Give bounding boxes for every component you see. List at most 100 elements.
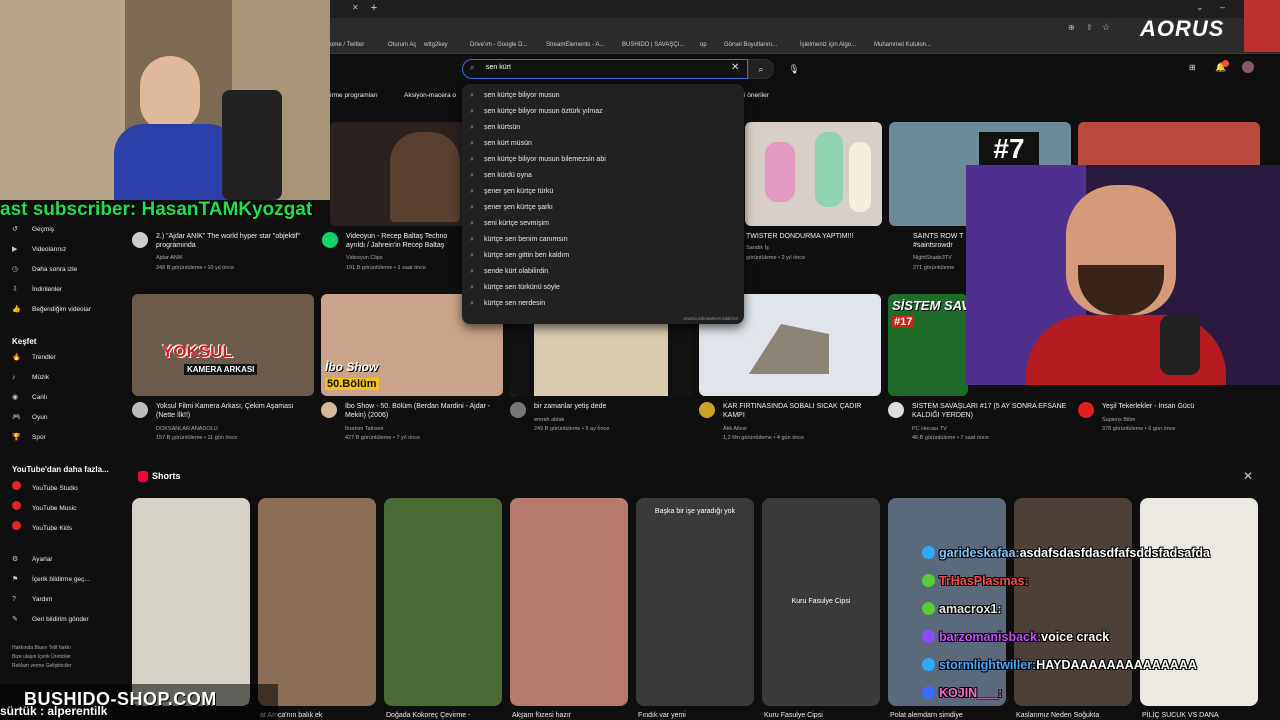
bookmark-item[interactable]: Oturum Aç	[388, 42, 416, 48]
search-suggestion[interactable]: ⌕ sende kürt olabilirdin	[470, 264, 736, 280]
video-title[interactable]: KAR FIRTINASINDA SOBALI SICAK ÇADIR KAMP…	[723, 402, 878, 420]
short-title[interactable]: Polat alemdarn simdiye	[890, 712, 963, 719]
sidebar-item[interactable]: ✎ Geri bildirim gönder	[12, 614, 89, 626]
short-title[interactable]: Akşam füzesi hazır	[512, 712, 571, 719]
sidebar-item[interactable]: ↺ Geçmiş	[12, 224, 54, 236]
short-title[interactable]: Doğada Kokoreç Çevirme -	[386, 712, 470, 719]
video-title[interactable]: SAINTS ROW T #saintsrowdr	[913, 232, 967, 250]
short-title[interactable]: PİLİÇ SUCUK VS DANA	[1142, 712, 1219, 719]
sidebar-item[interactable]: ◷ Daha sonra izle	[12, 264, 77, 276]
search-button[interactable]: ⌕	[748, 59, 774, 79]
channel-name[interactable]: DOKSANLAR ANADOLU	[156, 425, 218, 433]
sidebar-item[interactable]: YouTube Studio	[12, 481, 78, 493]
channel-name[interactable]: Videoyun Clips	[346, 254, 383, 262]
tab-close-icon[interactable]: ✕	[352, 3, 359, 12]
close-icon[interactable]: ✕	[1243, 469, 1253, 483]
chip-programs[interactable]: irme programları	[330, 92, 378, 99]
channel-avatar[interactable]	[132, 402, 148, 418]
bookmark-item[interactable]: StreamElements - A...	[546, 42, 604, 48]
channel-avatar[interactable]	[699, 402, 715, 418]
channel-name[interactable]: emrah ablak	[534, 416, 564, 424]
video-title[interactable]: bir zamanlar yetiş dede	[534, 402, 689, 411]
short-title[interactable]: Kaslarımız Neden Soğukta	[1016, 712, 1099, 719]
share-icon[interactable]: ⇪	[1086, 23, 1093, 32]
sidebar-item[interactable]: ⇩ İndirilenler	[12, 284, 62, 296]
short-thumbnail[interactable]	[384, 498, 502, 706]
star-icon[interactable]: ☆	[1102, 22, 1110, 33]
video-title[interactable]: SİSTEM SAVAŞLARI #17 (5 AY SONRA EFSANE …	[912, 402, 1072, 420]
bookmark-item[interactable]: op	[700, 42, 707, 48]
bookmark-item[interactable]: Görsel Boyutlarını...	[724, 42, 777, 48]
search-suggestion[interactable]: ⌕ seni kürtçe sevmişim	[470, 216, 736, 232]
video-thumbnail[interactable]: YOKSUL KAMERA ARKASI	[132, 294, 314, 396]
channel-name[interactable]: Sandık İş	[746, 244, 769, 252]
extension-icon[interactable]: ⊕	[1068, 23, 1075, 32]
video-title[interactable]: Yeşil Tekerlekler - İnsan Gücü	[1102, 402, 1262, 411]
channel-name[interactable]: PC Hocası TV	[912, 425, 947, 433]
search-suggestion[interactable]: ⌕ sen kürtçe biliyor musun	[470, 88, 736, 104]
video-thumbnail[interactable]: SİSTEM SAV #17	[888, 294, 968, 396]
minimize-icon[interactable]: –	[1220, 2, 1225, 12]
bookmark-item[interactable]: Muhammet Kutulon...	[874, 42, 931, 48]
sidebar-item[interactable]: 🎮 Oyun	[12, 412, 48, 424]
sidebar-item[interactable]: ⚑ İçerik bildirme geç...	[12, 574, 90, 586]
chip-action-adventure[interactable]: Aksiyon-macera o	[404, 92, 456, 99]
search-suggestion[interactable]: ⌕ kürtçe sen türkünü söyle	[470, 280, 736, 296]
sidebar-footer-links[interactable]: Bize ulaşın İçerik Üreticiler	[12, 653, 71, 661]
video-title[interactable]: Videoyun - Recep Baltaş Techno ayrıldı /…	[346, 232, 464, 250]
chip-recommendations[interactable]: i öneriler	[744, 92, 769, 99]
short-thumbnail[interactable]	[1140, 498, 1258, 706]
search-suggestion[interactable]: ⌕ şener şen kürtçe türkü	[470, 184, 736, 200]
mic-icon[interactable]: 🎙	[786, 61, 802, 77]
channel-avatar[interactable]	[132, 232, 148, 248]
channel-name[interactable]: Ajdar ANIK	[156, 254, 183, 262]
video-thumbnail[interactable]	[745, 122, 882, 226]
create-icon[interactable]: ⊞	[1189, 63, 1196, 72]
sidebar-item[interactable]: ? Yardım	[12, 594, 52, 606]
bookmark-item[interactable]: wttg2key	[424, 42, 448, 48]
search-suggestion[interactable]: ⌕ sen kürtçe biliyor musun öztürk yılmaz	[470, 104, 736, 120]
video-title[interactable]: TWISTER DONDURMA YAPTIM!!!	[746, 232, 882, 241]
search-suggestion[interactable]: ⌕ şener şen kürtçe şarkı	[470, 200, 736, 216]
channel-name[interactable]: Sapiens Bilim	[1102, 416, 1135, 424]
bookmark-item[interactable]: BUSHIDO | SAVAŞÇI...	[622, 42, 684, 48]
report-predictions-link[interactable]: Arama tahminlerini bildirme	[683, 316, 738, 321]
bookmark-item[interactable]: İşletmeniz için Algo...	[800, 42, 856, 48]
channel-name[interactable]: NightShade3TV	[913, 254, 952, 262]
channel-name[interactable]: İbrahim Tatlıses	[345, 425, 383, 433]
sidebar-item[interactable]: ◉ Canlı	[12, 392, 47, 404]
search-suggestion[interactable]: ⌕ sen kürtçe biliyor musun bilemezsin abi	[470, 152, 736, 168]
channel-avatar[interactable]	[321, 402, 337, 418]
short-thumbnail[interactable]	[132, 498, 250, 706]
sidebar-footer-links[interactable]: Hakkında Basın Telif hakkı	[12, 644, 71, 652]
search-suggestion[interactable]: ⌕ kürtçe sen benim canımsın	[470, 232, 736, 248]
sidebar-item[interactable]: ▶ Videolarınız	[12, 244, 66, 256]
search-suggestion[interactable]: ⌕ kürtçe sen gittin ben kaldım	[470, 248, 736, 264]
bookmark-item[interactable]: ome / Twitter	[330, 42, 364, 48]
video-title[interactable]: Yoksul Filmi Kamera Arkası, Çekim Aşamas…	[156, 402, 306, 420]
short-thumbnail[interactable]	[1014, 498, 1132, 706]
channel-avatar[interactable]	[510, 402, 526, 418]
short-thumbnail[interactable]	[510, 498, 628, 706]
sidebar-item[interactable]: YouTube Kids	[12, 521, 72, 533]
channel-name[interactable]: Atik Ailesi	[723, 425, 747, 433]
avatar[interactable]	[1242, 61, 1254, 73]
channel-avatar[interactable]	[322, 232, 338, 248]
sidebar-footer-links[interactable]: Reklam verme Geliştiriciler	[12, 662, 71, 670]
video-title[interactable]: 2.) "Ajdar ANIK" The world hyper star "o…	[156, 232, 326, 250]
short-thumbnail[interactable]: Kuru Fasulye Cipsi	[762, 498, 880, 706]
bookmark-item[interactable]: Drive'ım - Google D...	[470, 42, 528, 48]
short-thumbnail[interactable]: Başka bir işe yaradığı yok	[636, 498, 754, 706]
chevron-down-icon[interactable]: ⌄	[1196, 2, 1204, 13]
sidebar-item[interactable]: 👍 Beğendiğim videolar	[12, 304, 91, 316]
video-title[interactable]: İbo Show - 50. Bölüm (Berdan Mardini - A…	[345, 402, 500, 420]
short-thumbnail[interactable]	[258, 498, 376, 706]
search-suggestion[interactable]: ⌕ sen kürt müsün	[470, 136, 736, 152]
short-title[interactable]: Kuru Fasulye Cipsi	[764, 712, 823, 719]
search-suggestion[interactable]: ⌕ sen kürdü oyna	[470, 168, 736, 184]
search-suggestion[interactable]: ⌕ kürtçe sen nerdesin	[470, 296, 736, 312]
sidebar-item[interactable]: 🏆 Spor	[12, 432, 46, 444]
clear-search-icon[interactable]: ✕	[731, 62, 739, 73]
channel-avatar[interactable]	[888, 402, 904, 418]
short-title[interactable]: Fındık var yemi	[638, 712, 686, 719]
